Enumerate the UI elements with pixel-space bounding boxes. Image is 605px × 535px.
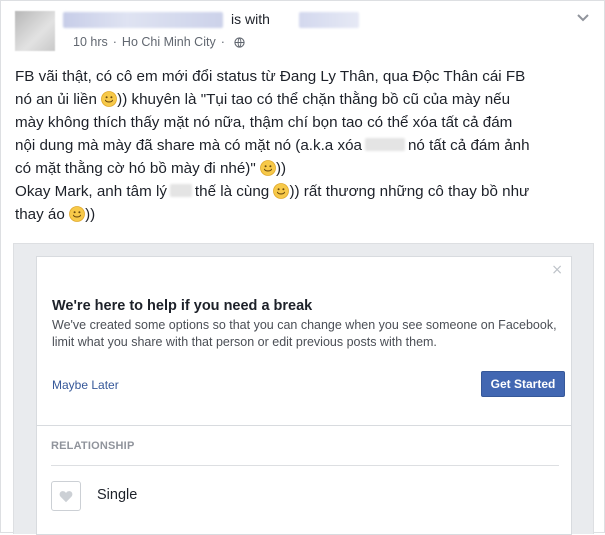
censored-word: [169, 184, 192, 197]
shared-screenshot: × We're here to help if you need a break…: [13, 243, 594, 535]
smile-emoji-icon: [273, 183, 290, 199]
heart-icon: [59, 490, 73, 502]
meta-separator: ·: [112, 35, 117, 49]
status-segment: thay áo: [15, 206, 65, 223]
status-segment: có mặt thằng cờ hó bồ mày đi nhé)": [15, 160, 256, 177]
card-title: We're here to help if you need a break: [52, 298, 313, 314]
is-with-text: is with: [231, 11, 270, 27]
relationship-icon-box[interactable]: [51, 481, 81, 511]
chevron-down-icon[interactable]: [576, 13, 590, 23]
smile-emoji-icon: [69, 206, 85, 222]
status-line: thay áo )): [15, 203, 595, 226]
divider: [51, 465, 559, 466]
maybe-later-link[interactable]: Maybe Later: [52, 378, 119, 392]
globe-icon[interactable]: [234, 36, 245, 48]
status-segment: )) khuyên là "Tụi tao có thể chặn thằng …: [117, 91, 511, 108]
card-description: We've created some options so that you c…: [52, 318, 557, 349]
smile-emoji-icon: [260, 160, 276, 176]
relationship-section: RELATIONSHIP Single: [36, 426, 572, 535]
post-time[interactable]: 10 hrs: [73, 35, 108, 49]
status-segment: nó an ủi liền: [15, 91, 97, 108]
status-segment: )) rất thương những cô thay bồ như: [289, 183, 530, 200]
status-text: FB vãi thật, có cô em mới đổi status từ …: [15, 65, 595, 226]
close-icon[interactable]: ×: [551, 262, 563, 278]
facebook-post: is with 10 hrs · Ho Chi Minh City · FB v…: [0, 0, 605, 535]
get-started-button[interactable]: Get Started: [481, 371, 565, 397]
status-segment: nội dung mà mày đã share mà có mặt nó (a…: [15, 137, 362, 154]
status-segment: nó tất cả đám ảnh: [407, 137, 530, 154]
status-line: nó an ủi liền )) khuyên là "Tụi tao có t…: [15, 88, 595, 111]
status-line: mày không thích thấy mặt nó nữa, thậm ch…: [15, 114, 513, 131]
avatar[interactable]: [15, 11, 55, 51]
status-segment: Okay Mark, anh tâm lý: [15, 183, 167, 200]
status-line: nội dung mà mày đã share mà có mặt nó (a…: [15, 134, 595, 157]
status-segment: )): [85, 206, 96, 223]
status-segment: )): [276, 160, 287, 177]
status-line: FB vãi thật, có cô em mới đổi status từ …: [15, 68, 526, 85]
help-break-card: × We're here to help if you need a break…: [36, 256, 572, 426]
relationship-status: Single: [97, 487, 138, 503]
meta-separator: ·: [220, 35, 225, 49]
status-line: Okay Mark, anh tâm lý thế là cùng )) rất …: [15, 180, 595, 203]
censored-word: [364, 138, 405, 151]
status-line: có mặt thằng cờ hó bồ mày đi nhé)" )): [15, 157, 595, 180]
tagged-friend-blurred[interactable]: [299, 12, 359, 28]
post-meta: 10 hrs · Ho Chi Minh City ·: [73, 35, 245, 49]
post-header: is with 10 hrs · Ho Chi Minh City ·: [15, 9, 590, 57]
smile-emoji-icon: [101, 91, 118, 107]
status-segment: thế là cùng: [194, 183, 270, 200]
post-location[interactable]: Ho Chi Minh City: [122, 35, 216, 49]
section-title-text: RELATIONSHIP: [51, 440, 135, 452]
author-name-blurred[interactable]: [63, 12, 223, 28]
